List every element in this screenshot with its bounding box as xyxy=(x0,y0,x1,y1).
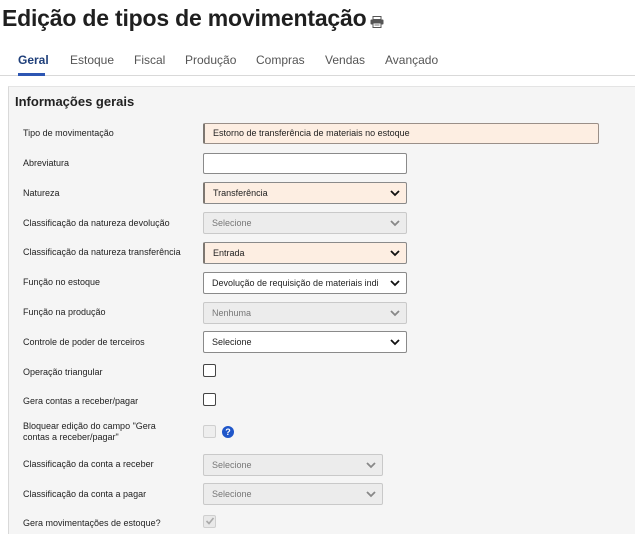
chevron-down-icon xyxy=(390,190,400,197)
class-conta-receber-value: Selecione xyxy=(212,460,252,470)
funcao-estoque-select[interactable]: Devolução de requisição de materiais ind… xyxy=(203,272,407,294)
bloquear-edicao-checkbox xyxy=(203,425,216,438)
funcao-producao-value: Nenhuma xyxy=(212,308,252,318)
label-abreviatura: Abreviatura xyxy=(23,158,70,168)
class-nat-devolucao-select: Selecione xyxy=(203,212,407,234)
chevron-down-icon xyxy=(390,310,400,317)
tab-avancado[interactable]: Avançado xyxy=(385,46,438,76)
tab-geral[interactable]: Geral xyxy=(18,46,49,76)
tipo-movimentacao-input[interactable]: Estorno de transferência de materiais no… xyxy=(203,123,599,144)
label-natureza: Natureza xyxy=(23,188,60,198)
label-class-conta-receber: Classificação da conta a receber xyxy=(23,459,154,469)
label-controle-terceiros: Controle de poder de terceiros xyxy=(23,337,145,347)
section-title: Informações gerais xyxy=(15,94,135,109)
class-nat-transferencia-value: Entrada xyxy=(213,248,245,258)
funcao-producao-select: Nenhuma xyxy=(203,302,407,324)
chevron-down-icon xyxy=(390,220,400,227)
label-bloquear-edicao-line2: contas a receber/pagar" xyxy=(23,432,119,442)
checkmark-icon xyxy=(205,517,215,525)
page-title: Edição de tipos de movimentação xyxy=(2,4,367,31)
class-nat-devolucao-value: Selecione xyxy=(212,218,252,228)
gera-contas-checkbox[interactable] xyxy=(203,393,216,406)
label-tipo-movimentacao: Tipo de movimentação xyxy=(23,128,114,138)
tab-vendas[interactable]: Vendas xyxy=(325,46,365,76)
printer-icon[interactable] xyxy=(370,15,384,28)
abreviatura-input[interactable] xyxy=(203,153,407,174)
operacao-triangular-checkbox[interactable] xyxy=(203,364,216,377)
label-bloquear-edicao-line1: Bloquear edição do campo "Gera xyxy=(23,421,156,431)
natureza-select[interactable]: Transferência xyxy=(203,182,407,204)
tab-estoque[interactable]: Estoque xyxy=(70,46,114,76)
title-row: Edição de tipos de movimentação xyxy=(2,2,384,34)
chevron-down-icon xyxy=(390,280,400,287)
chevron-down-icon xyxy=(390,250,400,257)
label-gera-mov-estoque: Gera movimentações de estoque? xyxy=(23,518,161,528)
chevron-down-icon xyxy=(366,491,376,498)
controle-terceiros-select[interactable]: Selecione xyxy=(203,331,407,353)
label-class-nat-transferencia: Classificação da natureza transferência xyxy=(23,247,181,257)
controle-terceiros-value: Selecione xyxy=(212,337,252,347)
gera-mov-estoque-checkbox xyxy=(203,515,216,528)
chevron-down-icon xyxy=(366,462,376,469)
label-class-conta-pagar: Classificação da conta a pagar xyxy=(23,489,147,499)
label-operacao-triangular: Operação triangular xyxy=(23,367,103,377)
natureza-value: Transferência xyxy=(213,188,268,198)
label-bloquear-edicao: Bloquear edição do campo "Gera contas a … xyxy=(23,421,156,443)
tab-fiscal[interactable]: Fiscal xyxy=(134,46,165,76)
label-class-nat-devolucao: Classificação da natureza devolução xyxy=(23,218,170,228)
tab-bar: Geral Estoque Fiscal Produção Compras Ve… xyxy=(0,46,635,76)
label-funcao-estoque: Função no estoque xyxy=(23,277,101,287)
help-icon[interactable]: ? xyxy=(222,426,234,438)
class-conta-pagar-select: Selecione xyxy=(203,483,383,505)
class-conta-pagar-value: Selecione xyxy=(212,489,252,499)
chevron-down-icon xyxy=(390,339,400,346)
label-funcao-producao: Função na produção xyxy=(23,307,106,317)
tab-compras[interactable]: Compras xyxy=(256,46,305,76)
class-conta-receber-select: Selecione xyxy=(203,454,383,476)
tab-producao[interactable]: Produção xyxy=(185,46,236,76)
class-nat-transferencia-select[interactable]: Entrada xyxy=(203,242,407,264)
funcao-estoque-value: Devolução de requisição de materiais ind… xyxy=(212,278,378,288)
label-gera-contas: Gera contas a receber/pagar xyxy=(23,396,139,406)
